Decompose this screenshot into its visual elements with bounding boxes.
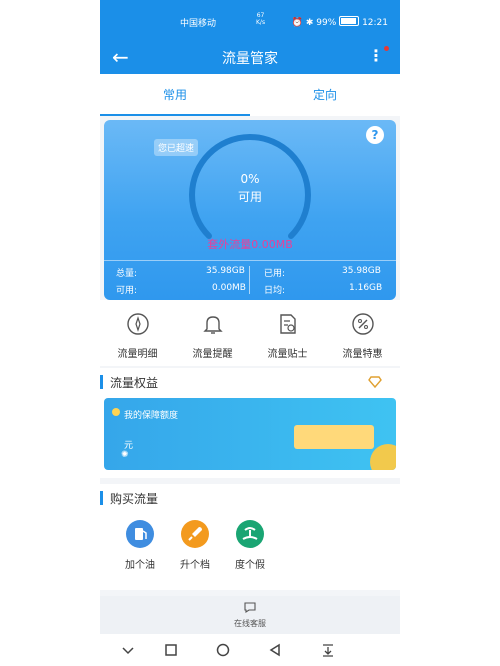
total-label: 总量:: [116, 269, 138, 279]
network-speed-value: 67: [256, 12, 265, 19]
equity-title: 流量权益: [110, 376, 159, 390]
system-nav-bar: [100, 634, 400, 666]
guarantee-card[interactable]: 我的保障额度 元 ✺: [104, 398, 396, 470]
island-icon: [236, 520, 264, 548]
action-detail-label: 流量明细: [117, 349, 158, 360]
title-bar: ← 流量管家 ⋮: [100, 42, 400, 74]
notification-pull-icon[interactable]: [320, 642, 336, 658]
clock: 12:21: [362, 18, 388, 28]
coin-icon: [112, 408, 120, 416]
diamond-icon[interactable]: [368, 375, 382, 389]
action-deals[interactable]: 流量特惠: [325, 312, 400, 360]
status-right: ⏰ ✱ 99% 12:21: [292, 16, 388, 28]
help-icon[interactable]: ?: [366, 126, 384, 144]
gauge-track: [189, 133, 311, 239]
tab-bar: 常用 定向: [100, 74, 400, 116]
guarantee-title: 我的保障额度: [124, 411, 179, 421]
bluetooth-icon: ✱: [305, 18, 314, 28]
usage-percent: 0%: [240, 172, 260, 186]
daily-value: 1.16GB: [349, 283, 383, 293]
battery-icon: [339, 16, 360, 26]
chat-icon: [244, 602, 256, 614]
speed-limit-badge: 您已超速: [154, 139, 199, 156]
action-deals-label: 流量特惠: [342, 349, 383, 360]
tab-common[interactable]: 常用: [100, 74, 250, 116]
action-detail[interactable]: 流量明细: [100, 312, 175, 360]
total-value: 35.98GB: [206, 266, 245, 276]
stats-separator: [249, 266, 250, 294]
network-speed: 67 K/s: [256, 12, 265, 26]
document-search-icon: [279, 314, 296, 334]
network-speed-unit: K/s: [256, 19, 266, 26]
action-reminder-label: 流量提醒: [192, 349, 233, 360]
equity-header: 流量权益: [100, 368, 400, 396]
phone-screen: 中国移动 67 K/s ⏰ ✱ 99% 12:21 ← 流量管家 ⋮ 常用 定向…: [100, 0, 400, 666]
carrier-name: 中国移动: [180, 19, 217, 29]
quick-actions: 流量明细 流量提醒 流量贴士 流量特惠: [100, 300, 400, 366]
card-divider: [104, 260, 396, 261]
equity-body: 我的保障额度 元 ✺: [100, 394, 400, 478]
buy-body: 加个油 升个档 度个假: [100, 512, 400, 590]
action-tips-label: 流量贴士: [267, 349, 308, 360]
guarantee-button[interactable]: [294, 425, 374, 449]
tab-directed[interactable]: 定向: [250, 74, 400, 116]
battery-percent: 99%: [316, 18, 337, 28]
chevron-down-icon[interactable]: [120, 642, 136, 658]
fuel-icon: [126, 520, 154, 548]
notification-dot: [384, 46, 389, 51]
buy-refuel-label: 加个油: [125, 560, 155, 571]
buy-refuel[interactable]: 加个油: [115, 520, 165, 571]
extra-traffic: 套外流量0.00MB: [207, 238, 293, 251]
buy-header: 购买流量: [100, 484, 400, 512]
back-triangle-icon[interactable]: [267, 642, 283, 658]
compass-icon: [126, 313, 149, 335]
action-reminder[interactable]: 流量提醒: [175, 312, 250, 360]
avail-label: 可用:: [116, 286, 138, 296]
used-value: 35.98GB: [342, 266, 381, 276]
online-service-label: 在线客服: [234, 619, 266, 628]
buy-upgrade[interactable]: 升个档: [170, 520, 220, 571]
daily-label: 日均:: [264, 286, 286, 296]
gold-coin-decoration: [370, 444, 396, 470]
alarm-icon: ⏰: [291, 18, 303, 28]
usage-available-label: 可用: [237, 190, 262, 204]
percent-icon: [351, 313, 374, 335]
section-bar: [100, 375, 103, 389]
used-label: 已用:: [264, 269, 286, 279]
usage-card: 您已超速 ? 0% 可用 套外流量0.00MB 总量: 35.98GB 可用: …: [104, 120, 396, 300]
online-service[interactable]: 在线客服: [100, 596, 400, 634]
buy-title: 购买流量: [110, 492, 159, 506]
recents-square-icon[interactable]: [163, 642, 179, 658]
bulb-icon: ✺: [121, 450, 129, 460]
home-circle-icon[interactable]: [215, 642, 231, 658]
status-bar: 中国移动 67 K/s ⏰ ✱ 99% 12:21: [100, 0, 400, 42]
more-menu-icon[interactable]: ⋮: [368, 46, 384, 65]
buy-vacation-label: 度个假: [235, 560, 265, 571]
rocket-icon: [181, 520, 209, 548]
action-tips[interactable]: 流量贴士: [250, 312, 325, 360]
buy-vacation[interactable]: 度个假: [225, 520, 275, 571]
bell-icon: [202, 316, 223, 334]
section-bar: [100, 491, 103, 505]
avail-value: 0.00MB: [212, 283, 246, 293]
page-title: 流量管家: [222, 51, 278, 67]
buy-upgrade-label: 升个档: [180, 560, 210, 571]
